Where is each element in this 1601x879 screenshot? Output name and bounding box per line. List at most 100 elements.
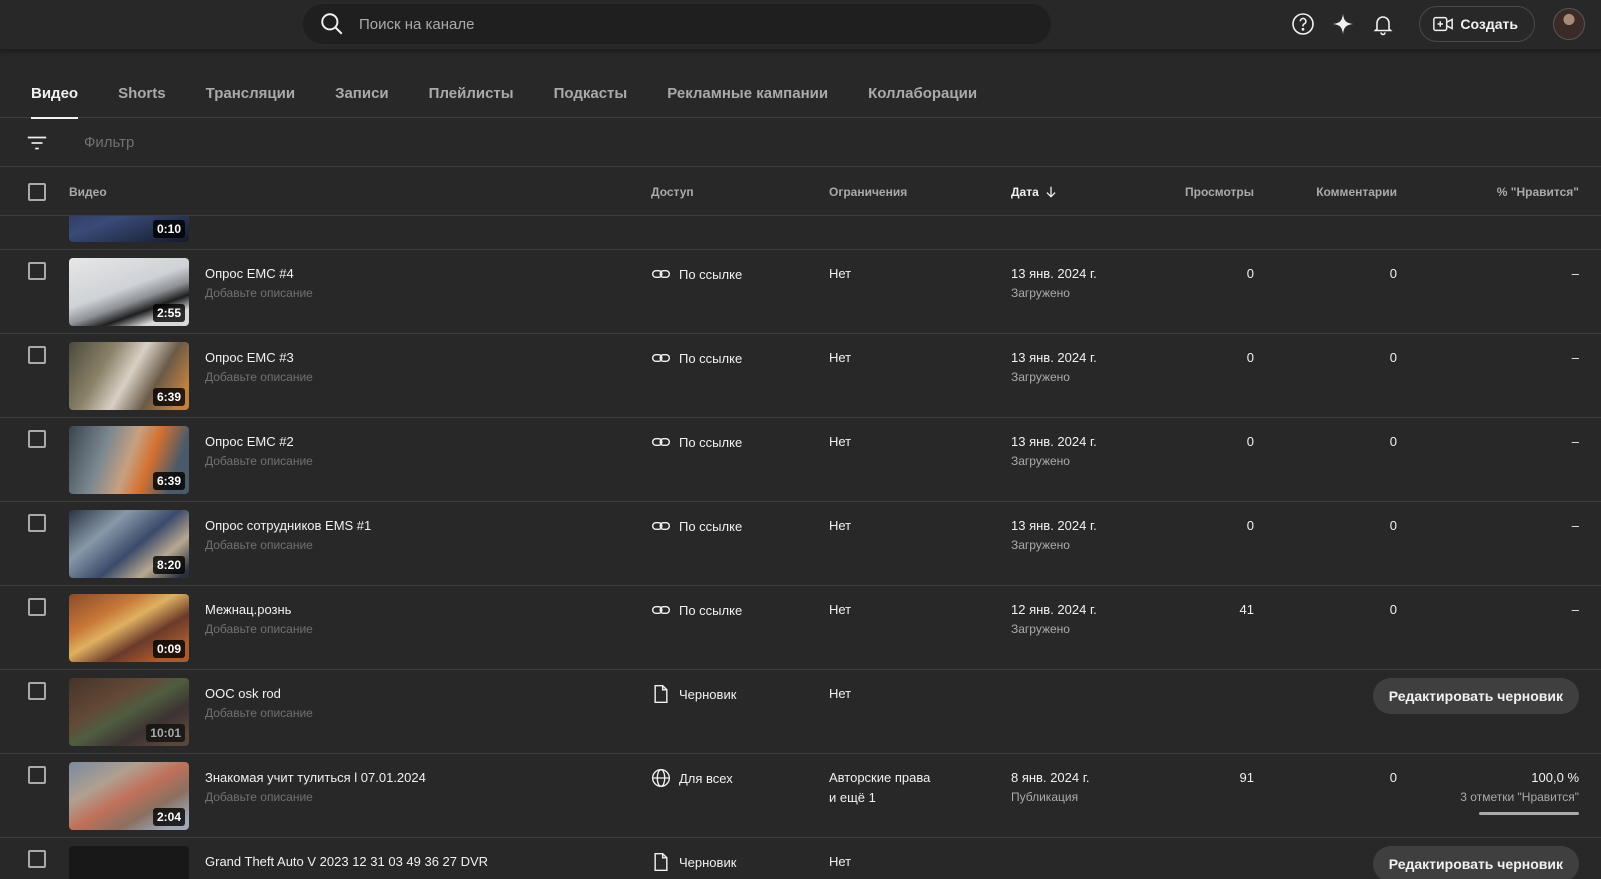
video-title[interactable]: Знакомая учит тулиться l 07.01.2024 xyxy=(205,770,426,785)
row-checkbox[interactable] xyxy=(28,514,46,532)
row-checkbox[interactable] xyxy=(28,262,46,280)
filter-bar xyxy=(0,119,1601,167)
video-thumbnail[interactable] xyxy=(69,846,189,879)
video-thumbnail[interactable]: 10:01 xyxy=(69,678,189,746)
visibility-label: По ссылке xyxy=(679,266,743,282)
table-row[interactable]: Grand Theft Auto V 2023 12 31 03 49 36 2… xyxy=(0,838,1601,879)
visibility-cell[interactable]: Черновик xyxy=(651,684,736,704)
likes-cell: – xyxy=(1571,518,1579,533)
video-title[interactable]: Межнац.рознь xyxy=(205,602,291,617)
visibility-cell[interactable]: По ссылке xyxy=(651,516,742,536)
video-title[interactable]: Опрос EMC #3 xyxy=(205,350,294,365)
comments-cell: 0 xyxy=(1389,434,1397,449)
search-input[interactable] xyxy=(357,9,1051,39)
table-row[interactable]: 6:39 Опрос EMC #3 Добавьте описание По с… xyxy=(0,334,1601,418)
edit-draft-button[interactable]: Редактировать черновик xyxy=(1372,678,1579,714)
video-title[interactable]: Grand Theft Auto V 2023 12 31 03 49 36 2… xyxy=(205,854,488,869)
tab-videos[interactable]: Видео xyxy=(31,70,79,119)
upload-status: Загружено xyxy=(1011,538,1070,552)
sparkle-icon[interactable] xyxy=(1331,12,1355,36)
row-checkbox[interactable] xyxy=(28,430,46,448)
column-likes[interactable]: % "Нравится" xyxy=(1497,185,1579,199)
table-row[interactable]: 6:39 Опрос EMC #2 Добавьте описание По с… xyxy=(0,418,1601,502)
like-ratio-bar xyxy=(1479,812,1579,815)
tab-podcasts[interactable]: Подкасты xyxy=(554,70,628,118)
duration-badge: 6:39 xyxy=(152,472,185,490)
filter-icon[interactable] xyxy=(26,132,48,154)
video-description: Добавьте описание xyxy=(205,454,313,468)
column-date[interactable]: Дата xyxy=(1011,185,1058,199)
video-title[interactable]: OOC osk rod xyxy=(205,686,281,701)
video-title[interactable]: Опрос EMC #2 xyxy=(205,434,294,449)
draft-icon xyxy=(654,684,668,704)
table-row[interactable]: 0:09 Межнац.рознь Добавьте описание По с… xyxy=(0,586,1601,670)
likes-cell: – xyxy=(1571,266,1579,281)
create-button-label: Создать xyxy=(1460,16,1518,32)
table-row[interactable]: 2:04 Знакомая учит тулиться l 07.01.2024… xyxy=(0,754,1601,838)
visibility-cell[interactable]: По ссылке xyxy=(651,264,742,284)
visibility-cell[interactable]: Для всех xyxy=(651,768,733,788)
column-views[interactable]: Просмотры xyxy=(1185,185,1254,199)
video-thumbnail[interactable]: 6:39 xyxy=(69,426,189,494)
tab-collaborations[interactable]: Коллаборации xyxy=(868,70,977,118)
comments-cell: 0 xyxy=(1389,266,1397,281)
sort-down-icon xyxy=(1046,186,1056,198)
row-checkbox[interactable] xyxy=(28,850,46,868)
edit-draft-button[interactable]: Редактировать черновик xyxy=(1372,846,1579,879)
table-row[interactable]: 8:20 Опрос сотрудников EMS #1 Добавьте о… xyxy=(0,502,1601,586)
video-thumbnail[interactable]: 0:09 xyxy=(69,594,189,662)
comments-cell: 0 xyxy=(1389,350,1397,365)
restrictions-cell: Нет xyxy=(829,266,852,281)
row-checkbox[interactable] xyxy=(28,766,46,784)
row-checkbox[interactable] xyxy=(28,682,46,700)
table-row[interactable]: 2:55 Опрос EMC #4 Добавьте описание По с… xyxy=(0,250,1601,334)
table-row[interactable]: 10:01 OOC osk rod Добавьте описание Черн… xyxy=(0,670,1601,754)
duration-badge: 8:20 xyxy=(152,556,185,574)
likes-cell: 100,0 % xyxy=(1531,770,1579,785)
table-row[interactable]: 0:10 xyxy=(0,216,1601,250)
column-restrictions[interactable]: Ограничения xyxy=(829,185,907,199)
tab-playlists[interactable]: Плейлисты xyxy=(429,70,514,118)
video-thumbnail[interactable]: 6:39 xyxy=(69,342,189,410)
search-icon xyxy=(321,13,343,35)
column-visibility[interactable]: Доступ xyxy=(651,185,694,199)
visibility-cell[interactable]: По ссылке xyxy=(651,348,742,368)
likes-cell: – xyxy=(1571,602,1579,617)
date-cell: 8 янв. 2024 г. xyxy=(1011,770,1090,785)
duration-badge: 0:09 xyxy=(152,640,185,658)
tab-live[interactable]: Трансляции xyxy=(206,70,295,118)
restrictions-cell[interactable]: Авторские права и ещё 1 xyxy=(829,768,930,808)
row-checkbox[interactable] xyxy=(28,598,46,616)
row-checkbox[interactable] xyxy=(28,346,46,364)
upload-status: Загружено xyxy=(1011,286,1070,300)
restrictions-cell: Нет xyxy=(829,686,852,701)
upload-status: Загружено xyxy=(1011,370,1070,384)
video-thumbnail[interactable]: 2:04 xyxy=(69,762,189,830)
video-description: Добавьте описание xyxy=(205,706,313,720)
tab-promotions[interactable]: Рекламные кампании xyxy=(667,70,828,118)
visibility-cell[interactable]: По ссылке xyxy=(651,432,742,452)
video-title[interactable]: Опрос EMC #4 xyxy=(205,266,294,281)
date-cell: 13 янв. 2024 г. xyxy=(1011,266,1097,281)
column-comments[interactable]: Комментарии xyxy=(1316,185,1397,199)
visibility-cell[interactable]: По ссылке xyxy=(651,600,742,620)
video-thumbnail[interactable]: 0:10 xyxy=(69,216,189,242)
filter-input[interactable] xyxy=(82,133,482,152)
video-thumbnail[interactable]: 2:55 xyxy=(69,258,189,326)
date-cell: 12 янв. 2024 г. xyxy=(1011,602,1097,617)
link-icon xyxy=(651,605,671,615)
video-thumbnail[interactable]: 8:20 xyxy=(69,510,189,578)
views-cell: 0 xyxy=(1246,266,1254,281)
views-cell: 0 xyxy=(1246,434,1254,449)
video-title[interactable]: Опрос сотрудников EMS #1 xyxy=(205,518,371,533)
avatar[interactable] xyxy=(1553,8,1585,40)
help-icon[interactable] xyxy=(1291,12,1315,36)
visibility-cell[interactable]: Черновик xyxy=(651,852,736,872)
notifications-icon[interactable] xyxy=(1371,12,1395,36)
select-all-checkbox[interactable] xyxy=(28,183,46,201)
channel-search[interactable] xyxy=(303,4,1051,44)
tab-shorts[interactable]: Shorts xyxy=(118,70,166,118)
tab-posts[interactable]: Записи xyxy=(335,70,389,118)
create-button[interactable]: Создать xyxy=(1419,6,1535,42)
globe-icon xyxy=(652,769,670,787)
